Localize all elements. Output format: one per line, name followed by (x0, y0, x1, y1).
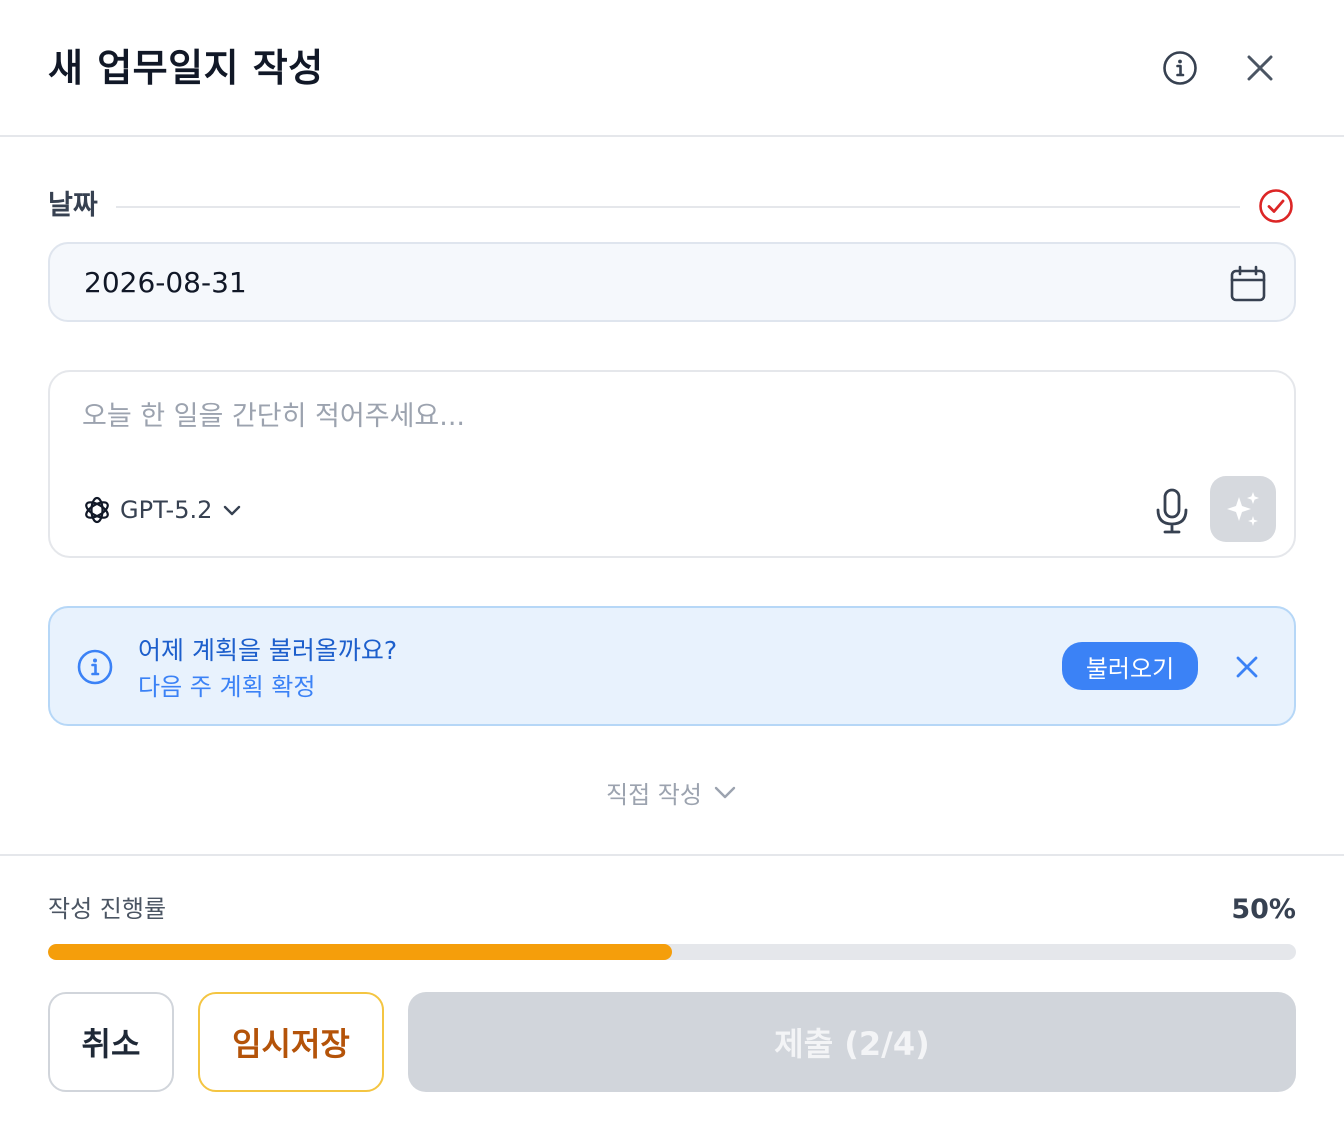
cancel-button[interactable]: 취소 (48, 992, 174, 1092)
new-worklog-modal: 새 업무일지 작성 날짜 2026-08-31 오늘 한 일을 간단히 적어주세… (0, 0, 1344, 1124)
divider (116, 206, 1240, 208)
submit-button[interactable]: 제출 (2/4) (408, 992, 1296, 1092)
direct-write-label: 직접 작성 (606, 780, 702, 809)
banner-subtitle: 다음 주 계획 확정 (138, 673, 316, 701)
divider (0, 854, 1344, 856)
progress-label: 작성 진행률 (48, 895, 167, 923)
save-draft-button[interactable]: 임시저장 (198, 992, 384, 1092)
close-icon[interactable] (1230, 650, 1264, 684)
close-icon (1247, 55, 1273, 81)
ai-generate-button[interactable] (1210, 476, 1276, 542)
close-button[interactable] (1240, 48, 1280, 88)
microphone-icon[interactable] (1150, 486, 1194, 536)
banner-title: 어제 계획을 불러올까요? (138, 636, 398, 665)
chevron-down-icon (714, 786, 736, 799)
sparkles-icon (1227, 492, 1259, 526)
model-name: GPT-5.2 (120, 496, 213, 524)
load-yesterday-plan-banner: 어제 계획을 불러올까요? 다음 주 계획 확정 불러오기 (48, 606, 1296, 726)
info-icon (1163, 51, 1197, 85)
calendar-icon[interactable] (1228, 264, 1268, 304)
check-circle-icon (1259, 189, 1293, 223)
model-selector[interactable]: GPT-5.2 (82, 492, 244, 528)
info-button[interactable] (1160, 48, 1200, 88)
openai-logo-icon (85, 496, 109, 524)
date-field[interactable]: 2026-08-31 (48, 242, 1296, 322)
chevron-down-icon (224, 505, 241, 516)
date-label-row: 날짜 (48, 186, 1296, 226)
modal-title: 새 업무일지 작성 (48, 46, 324, 90)
progress-bar-fill (48, 944, 672, 960)
worklog-input-placeholder[interactable]: 오늘 한 일을 간단히 적어주세요... (82, 398, 465, 436)
progress-bar (48, 944, 1296, 960)
worklog-compose-box[interactable]: 오늘 한 일을 간단히 적어주세요... GPT-5.2 (48, 370, 1296, 558)
load-plan-button[interactable]: 불러오기 (1062, 642, 1198, 690)
date-value: 2026-08-31 (84, 266, 247, 299)
direct-write-toggle[interactable]: 직접 작성 (0, 772, 1344, 812)
progress-percent: 50% (1231, 894, 1296, 925)
date-label: 날짜 (48, 190, 98, 221)
info-icon (77, 649, 113, 685)
modal-header: 새 업무일지 작성 (0, 0, 1344, 137)
